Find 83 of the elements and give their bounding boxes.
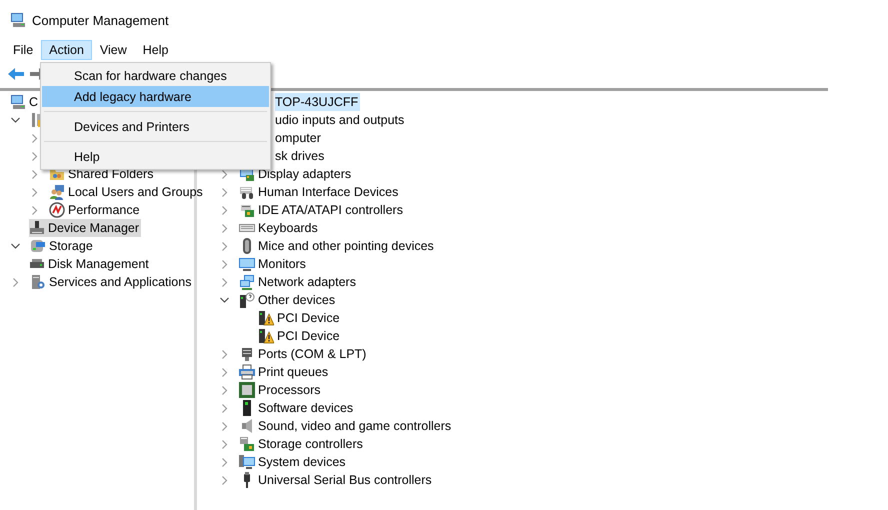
chevron-right-icon[interactable] [220, 458, 229, 466]
menu-item[interactable]: Help [134, 40, 176, 60]
chevron-right-icon[interactable] [220, 350, 229, 358]
storage-controller-icon [239, 436, 255, 452]
chevron-right-icon[interactable] [220, 242, 229, 250]
tree-item[interactable]: Human Interface Devices [239, 183, 400, 201]
window-title: Computer Management [32, 12, 169, 28]
chevron-right-icon[interactable] [220, 368, 229, 376]
keyboard-mouse-icon [239, 184, 255, 200]
chevron-right-icon[interactable] [220, 440, 229, 448]
chevron-right-icon[interactable] [220, 206, 229, 214]
tree-item[interactable]: Ports (COM & LPT) [239, 345, 368, 363]
chip-icon [239, 382, 255, 398]
chevron-right-icon[interactable] [220, 278, 229, 286]
menu-item[interactable]: Action [41, 40, 92, 60]
chevron-right-icon[interactable] [220, 476, 229, 484]
menu-option[interactable]: Add legacy hardware [42, 86, 269, 107]
tree-item[interactable]: C [10, 93, 40, 111]
tree-item[interactable]: System devices [239, 453, 348, 471]
chevron-right-icon[interactable] [30, 188, 39, 196]
gauge-icon [49, 202, 65, 218]
menu-item[interactable]: View [92, 40, 135, 60]
tree-item[interactable]: Local Users and Groups [49, 183, 205, 201]
tree-item[interactable]: Print queues [239, 363, 330, 381]
port-icon [239, 346, 255, 362]
tree-item[interactable]: PCI Device [258, 309, 342, 327]
tree-item[interactable]: Disk Management [29, 255, 151, 273]
tree-item[interactable]: sk drives [275, 147, 326, 165]
chevron-right-icon[interactable] [30, 134, 39, 142]
tree-item[interactable]: Network adapters [239, 273, 358, 291]
tree-item[interactable]: Universal Serial Bus controllers [239, 471, 434, 489]
unknown-device-icon [239, 292, 255, 308]
tree-item[interactable]: IDE ATA/ATAPI controllers [239, 201, 405, 219]
chevron-right-icon[interactable] [220, 422, 229, 430]
chevron-right-icon[interactable] [220, 404, 229, 412]
menu-option[interactable]: Scan for hardware changes [42, 65, 269, 86]
device-icon [29, 220, 45, 236]
tree-item[interactable]: Services and Applications [30, 273, 194, 291]
tree-item[interactable]: Processors [239, 381, 323, 399]
tree-item[interactable]: Device Manager [29, 219, 142, 237]
chevron-right-icon[interactable] [220, 260, 229, 268]
controller-icon [239, 202, 255, 218]
tree-item[interactable]: omputer [275, 129, 323, 147]
tree-item[interactable]: Sound, video and game controllers [239, 417, 454, 435]
speaker-icon [239, 418, 255, 434]
computer-icon [239, 454, 255, 470]
tree-item[interactable]: Software devices [239, 399, 356, 417]
chevron-down-icon[interactable] [220, 296, 229, 304]
chevron-right-icon[interactable] [30, 170, 39, 178]
computer-icon [10, 12, 26, 28]
menu-item[interactable]: File [5, 40, 42, 60]
tree-item[interactable]: udio inputs and outputs [275, 111, 406, 129]
chevron-right-icon[interactable] [30, 152, 39, 160]
chevron-right-icon[interactable] [30, 206, 39, 214]
back-icon[interactable] [8, 68, 24, 80]
menu-option[interactable]: Help [42, 146, 269, 167]
chevron-right-icon[interactable] [220, 224, 229, 232]
storage-icon [30, 238, 46, 254]
warning-icon [258, 328, 274, 344]
tree-item[interactable]: Keyboards [239, 219, 320, 237]
menu-option[interactable]: Devices and Printers [42, 116, 269, 137]
tree-item[interactable]: Monitors [239, 255, 308, 273]
server-icon [30, 274, 46, 290]
chevron-right-icon[interactable] [220, 386, 229, 394]
users-icon [49, 184, 65, 200]
chevron-down-icon[interactable] [11, 242, 20, 250]
warning-icon [258, 310, 274, 326]
chevron-down-icon[interactable] [11, 116, 20, 124]
tree-item[interactable]: Storage [30, 237, 95, 255]
tree-item[interactable]: Shared Folders [49, 165, 156, 183]
tree-item[interactable]: PCI Device [258, 327, 342, 345]
chevron-right-icon[interactable] [220, 188, 229, 196]
tree-item[interactable]: Mice and other pointing devices [239, 237, 436, 255]
tree-item[interactable]: TOP-43UJCFF [275, 93, 360, 111]
monitor-icon [239, 256, 255, 272]
network-icon [239, 274, 255, 290]
chevron-right-icon[interactable] [220, 170, 229, 178]
tree-item[interactable]: Other devices [239, 291, 338, 309]
tree-item[interactable]: Performance [49, 201, 142, 219]
chevron-right-icon[interactable] [11, 278, 20, 286]
computer-icon [10, 94, 26, 110]
printer-icon [239, 364, 255, 380]
tree-item[interactable]: Storage controllers [239, 435, 365, 453]
